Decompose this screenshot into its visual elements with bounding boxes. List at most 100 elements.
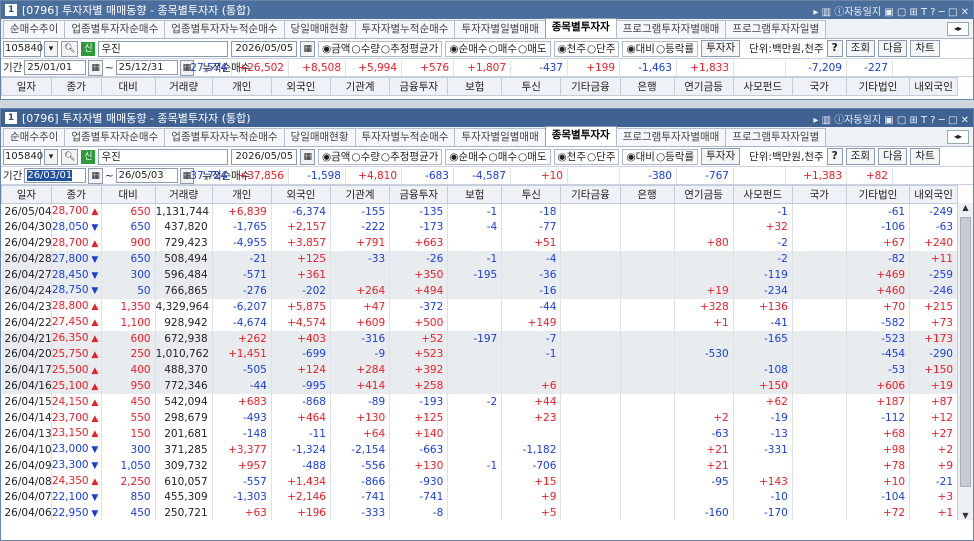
column-header[interactable]: 개인	[211, 185, 272, 204]
column-header[interactable]: 투신	[501, 77, 562, 96]
tab-5[interactable]: 투자자별일별매매	[454, 20, 546, 38]
table-row[interactable]: 26/04/09 23,300 ▼ 1,050 309,732 +957 -488 -556…	[1, 457, 958, 474]
chart-button[interactable]: 차트	[910, 40, 940, 57]
table-row[interactable]: 26/04/08 24,350 ▲ 2,250 610,057 -557 +1,434 -8…	[1, 473, 958, 490]
table-row[interactable]: 26/04/23 28,800 ▲ 1,350 4,329,964 -6,207 +5,8…	[1, 298, 958, 315]
table-row[interactable]: 26/04/29 28,700 ▲ 900 729,423 -4,955 +3,857 +7…	[1, 235, 958, 252]
column-header[interactable]: 외국인	[270, 185, 331, 204]
table-row[interactable]: 26/04/15 24,150 ▲ 450 542,094 +683 -868 -89 -19…	[1, 394, 958, 411]
radio-buy[interactable]: ○매수	[489, 41, 517, 56]
tab-6[interactable]: 종목별투자자	[544, 126, 617, 146]
tab-4[interactable]: 투자자별누적순매수	[354, 128, 456, 146]
period-from-input[interactable]: 26/03/01	[24, 168, 87, 183]
background-window[interactable]: 1 [0796] 투자자별 매매동향 - 종목별투자자 (통합) ▸ ▥ ⓘ자동…	[0, 0, 974, 100]
table-row[interactable]: 26/04/17 25,500 ▲ 400 488,370 -505 +124 +284 +3…	[1, 362, 958, 379]
column-header[interactable]: 연기금등	[673, 77, 734, 96]
vertical-scrollbar[interactable]: ▲ ▼	[957, 203, 973, 520]
trade-type-radio-group[interactable]: ◉순매수 ○매수 ○매도	[445, 40, 551, 57]
radio-amount[interactable]: ◉금액	[322, 149, 350, 164]
radio-amount[interactable]: ◉금액	[322, 41, 350, 56]
column-header[interactable]: 종가	[50, 77, 102, 96]
calendar-icon[interactable]: ▦	[88, 59, 103, 76]
table-row[interactable]: 26/04/22 27,450 ▲ 1,100 928,942 -4,674 +4,574…	[1, 314, 958, 331]
table-row[interactable]: 26/04/27 28,450 ▼ 300 596,484 -571 +361 +350 -1…	[1, 267, 958, 283]
column-header[interactable]: 연기금등	[673, 185, 734, 204]
radio-sell[interactable]: ○매도	[518, 41, 546, 56]
radio-rate[interactable]: ○등락률	[656, 149, 694, 164]
column-header[interactable]: 일자	[1, 185, 52, 204]
column-header[interactable]: 보험	[447, 185, 503, 204]
table-row[interactable]: 26/05/04 28,700 ▲ 650 1,131,744 +6,839 -6,374…	[1, 203, 958, 220]
column-header[interactable]: 일자	[1, 77, 52, 96]
column-header[interactable]: 은행	[619, 185, 675, 204]
share-unit-radio-group[interactable]: ◉천주 ○단주	[553, 40, 620, 57]
column-header[interactable]: 기타법인	[845, 77, 911, 96]
column-header[interactable]: 종가	[50, 185, 102, 204]
date-input[interactable]: 2026/05/05	[231, 40, 298, 57]
table-row[interactable]: 26/04/16 25,100 ▲ 950 772,346 -44 -995 +414 +25…	[1, 378, 958, 395]
search-button[interactable]: 조회	[845, 40, 876, 57]
column-header[interactable]: 내외국인	[909, 77, 958, 96]
column-header[interactable]: 사모펀드	[732, 77, 793, 96]
trade-type-radio-group[interactable]: ◉순매수 ○매수 ○매도	[445, 148, 551, 165]
tab-3[interactable]: 당일매매현황	[283, 128, 356, 146]
table-row[interactable]: 26/04/24 28,750 ▼ 50 766,865 -276 -202 +264 +49…	[1, 282, 958, 299]
column-header[interactable]: 내외국인	[909, 185, 958, 204]
column-header[interactable]: 금융투자	[389, 77, 449, 96]
search-icon[interactable]: 🔍︎	[61, 40, 79, 57]
table-row[interactable]: 26/04/07 22,100 ▼ 850 455,309 -1,303 +2,146 -7…	[1, 489, 958, 506]
period-from-input[interactable]: 25/01/01	[24, 60, 87, 75]
window-title-bar[interactable]: 1 [0796] 투자자별 매매동향 - 종목별투자자 (통합) ▸ ▥ ⓘ자동…	[1, 1, 973, 19]
table-row[interactable]: 26/04/21 26,350 ▲ 600 672,938 +262 +403 -316 +5…	[1, 330, 958, 347]
column-header[interactable]: 기관계	[329, 77, 391, 96]
help-button[interactable]: ?	[826, 148, 843, 165]
column-header[interactable]: 국가	[791, 185, 847, 204]
radio-single[interactable]: ○단주	[587, 149, 615, 164]
date-input[interactable]: 2026/05/05	[231, 148, 298, 165]
table-row[interactable]: 26/04/30 28,050 ▼ 650 437,820 -1,765 +2,157 -2…	[1, 219, 958, 236]
window-controls[interactable]: ▸ ▥ ⓘ자동일지 ▣ ▢ ⊞ T ? ─ □ ✕	[813, 3, 969, 18]
table-row[interactable]: 26/04/10 23,000 ▼ 300 371,285 +3,377 -1,324 -2…	[1, 441, 958, 458]
calendar-icon[interactable]: ▦	[300, 40, 315, 57]
scroll-up-icon[interactable]: ▲	[958, 203, 973, 212]
foreground-window[interactable]: 1 [0796] 투자자별 매매동향 - 종목별투자자 (통합) ▸ ▥ ⓘ자동…	[0, 108, 974, 541]
column-header[interactable]: 거래량	[154, 77, 213, 96]
table-row[interactable]: 26/04/14 23,700 ▲ 550 298,679 -493 +464 +130 +1…	[1, 410, 958, 426]
radio-quantity[interactable]: ○수량	[351, 41, 379, 56]
radio-vs[interactable]: ◉대비	[626, 149, 654, 164]
data-grid[interactable]: 일자 종가 대비 거래량 개인 외국인 기관계 금융투자 보험 투신 기타금융 은행 연기금등 사모펀드 국…	[1, 185, 973, 520]
value-type-radio-group[interactable]: ◉금액 ○수량 ○추정평균가	[317, 148, 443, 165]
radio-net-buy[interactable]: ◉순매수	[449, 149, 487, 164]
calendar-icon[interactable]: ▦	[300, 148, 315, 165]
window-control-icons[interactable]: ▸ ▥ ⓘ자동일지 ▣ ▢ ⊞ T ? ─ □ ✕	[813, 3, 969, 18]
stock-code-input[interactable]: 105840	[3, 148, 43, 165]
tab-scroll-icon[interactable]: ◂▸	[947, 130, 969, 144]
column-header[interactable]: 기관계	[329, 185, 391, 204]
column-header[interactable]: 은행	[619, 77, 675, 96]
tab-2[interactable]: 업종별투자자누적순매수	[164, 128, 285, 146]
tab-scroll-icon[interactable]: ◂▸	[947, 22, 969, 36]
window-control-icons[interactable]: ▸ ▥ ⓘ자동일지 ▣ ▢ ⊞ T ? ─ □ ✕	[813, 111, 969, 126]
column-header[interactable]: 개인	[211, 77, 272, 96]
tab-8[interactable]: 프로그램투자자일별	[725, 20, 827, 38]
column-header[interactable]: 사모펀드	[732, 185, 793, 204]
column-header[interactable]: 기타금융	[560, 77, 621, 96]
column-header[interactable]: 투신	[501, 185, 562, 204]
radio-buy[interactable]: ○매수	[489, 149, 517, 164]
radio-single[interactable]: ○단주	[587, 41, 615, 56]
column-header[interactable]: 외국인	[270, 77, 331, 96]
column-header[interactable]: 국가	[791, 77, 847, 96]
column-header[interactable]: 대비	[100, 185, 156, 204]
search-button[interactable]: 조회	[845, 148, 876, 165]
tab-8[interactable]: 프로그램투자자일별	[725, 128, 827, 146]
change-type-radio-group[interactable]: ◉대비 ○등락률	[622, 148, 699, 165]
investor-button[interactable]: 투자자	[701, 148, 741, 165]
radio-rate[interactable]: ○등락률	[656, 41, 694, 56]
table-row[interactable]: 26/04/20 25,750 ▲ 250 1,010,762 +1,451 -699 -9…	[1, 346, 958, 363]
radio-avg-price[interactable]: ○추정평균가	[381, 41, 438, 56]
tab-1[interactable]: 업종별투자자순매수	[64, 20, 166, 38]
column-header[interactable]: 기타금융	[560, 185, 621, 204]
radio-thousand[interactable]: ◉천주	[558, 149, 586, 164]
table-row[interactable]: 26/04/13 23,150 ▲ 150 201,681 -148 -11 +64 +140…	[1, 425, 958, 442]
column-header[interactable]: 보험	[447, 77, 503, 96]
